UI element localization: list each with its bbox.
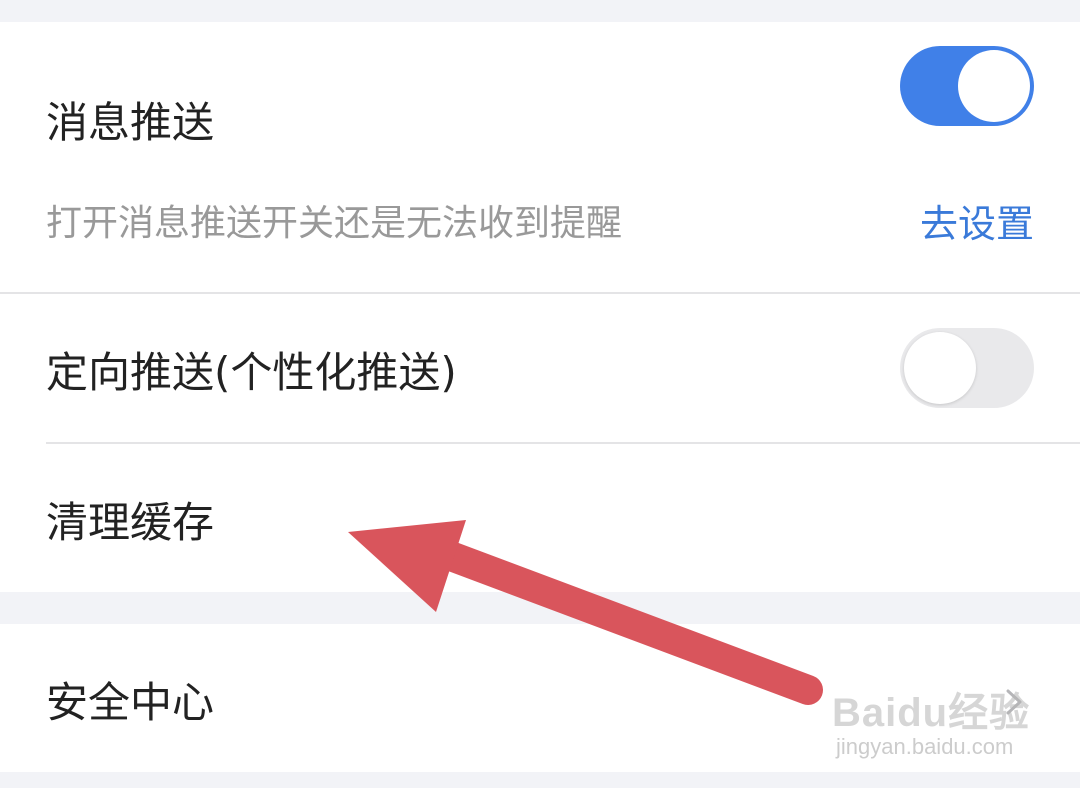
push-notification-toggle[interactable] [900, 46, 1034, 126]
targeted-push-label: 定向推送(个性化推送) [46, 348, 457, 397]
security-center-label: 安全中心 [46, 678, 215, 727]
clear-cache-label: 清理缓存 [46, 498, 215, 547]
settings-page: 消息推送 打开消息推送开关还是无法收到提醒 去设置 定向推送(个性化推送) 清理… [0, 0, 1080, 788]
security-center-row[interactable]: 安全中心 [0, 624, 1080, 772]
toggle-knob [904, 332, 976, 404]
clear-cache-row[interactable]: 清理缓存 [0, 444, 1080, 592]
chevron-right-icon [1006, 689, 1022, 715]
go-settings-link[interactable]: 去设置 [920, 205, 1034, 243]
push-hint-text: 打开消息推送开关还是无法收到提醒 [46, 203, 623, 244]
targeted-push-toggle[interactable] [900, 328, 1034, 408]
toggle-knob [958, 50, 1030, 122]
push-notification-label: 消息推送 [46, 98, 215, 147]
